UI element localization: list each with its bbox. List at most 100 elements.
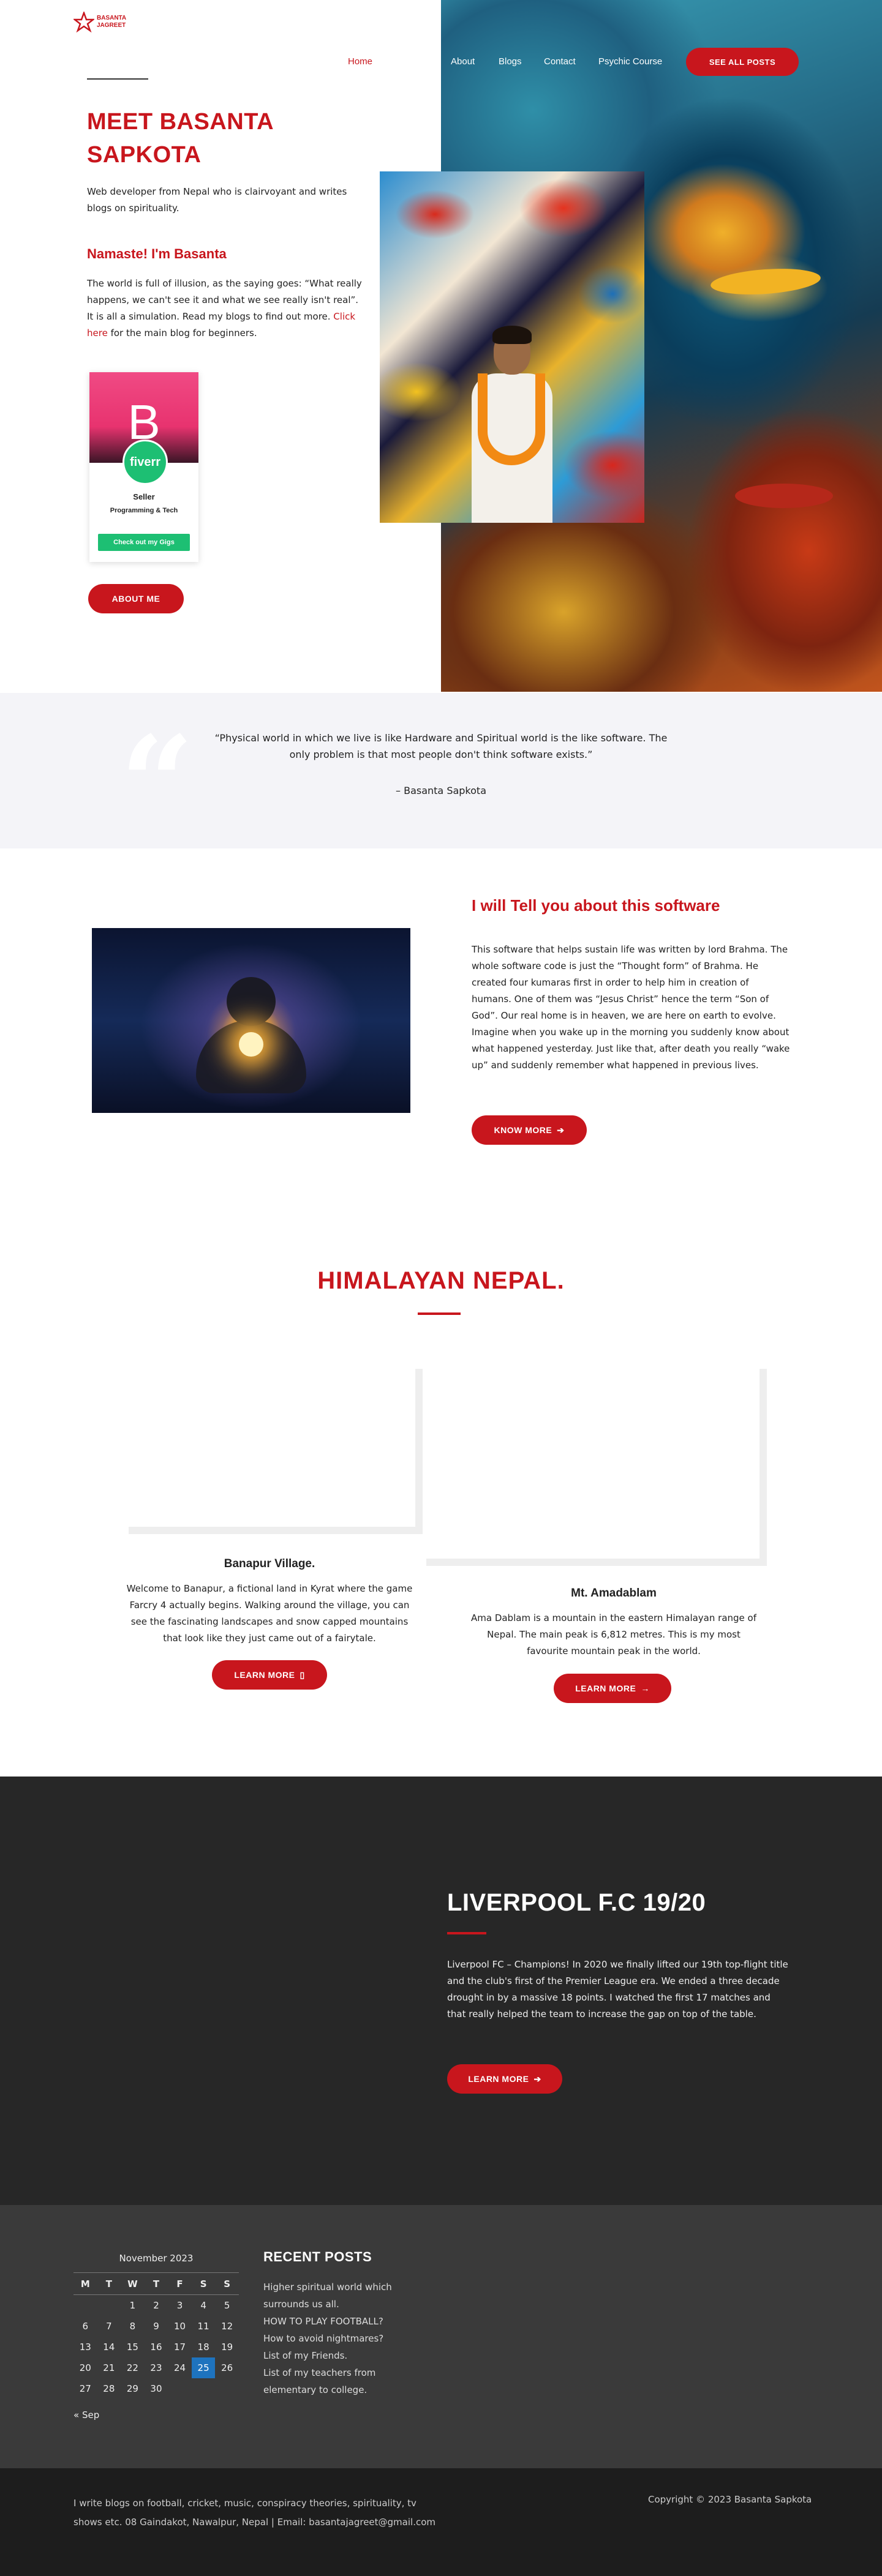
arrow-right-icon: ➔ xyxy=(533,2073,541,2084)
fiverr-category: Programming & Tech xyxy=(110,507,178,514)
calendar-day-header: T xyxy=(97,2272,121,2295)
calendar-day: 17 xyxy=(173,2341,186,2353)
software-text: This software that helps sustain life wa… xyxy=(472,944,790,1071)
card-text: Welcome to Banapur, a fictional land in … xyxy=(126,1583,413,1644)
recent-post-link[interactable]: How to avoid nightmares? xyxy=(263,2330,410,2347)
recent-post-link[interactable]: List of my Friends. xyxy=(263,2347,410,2364)
arrow-right-icon: → xyxy=(641,1683,650,1693)
liverpool-learn-more-button[interactable]: LEARN MORE ➔ xyxy=(447,2064,562,2094)
fiverr-widget: B fiverr Seller Programming & Tech Check… xyxy=(89,372,198,562)
calendar-day: 23 xyxy=(150,2362,162,2373)
calendar-prev-link[interactable]: « Sep xyxy=(74,2409,99,2421)
nav-blogs[interactable]: Blogs xyxy=(499,56,522,67)
liverpool-text: Liverpool FC – Champions! In 2020 we fin… xyxy=(447,1959,788,2020)
nav-home[interactable]: Home xyxy=(348,56,372,67)
calendar-week: 6 7 8 9 10 11 12 xyxy=(74,2316,239,2337)
site-logo[interactable]: BASANTA JAGREET xyxy=(74,10,135,34)
know-more-button[interactable]: KNOW MORE ➔ xyxy=(472,1115,587,1145)
calendar-caption: November 2023 xyxy=(119,2253,194,2264)
hero-title: MEET BASANTA SAPKOTA xyxy=(87,109,273,168)
calendar-day: 10 xyxy=(173,2320,186,2332)
recent-posts-title: RECENT POSTS xyxy=(263,2249,372,2264)
nav-psychic-course[interactable]: Psychic Course xyxy=(598,56,662,67)
hero-description: Web developer from Nepal who is clairvoy… xyxy=(87,186,347,214)
liverpool-divider xyxy=(447,1932,486,1934)
footer-text: I write blogs on football, cricket, musi… xyxy=(74,2498,435,2528)
nav-about[interactable]: About xyxy=(451,56,475,67)
recent-post-link[interactable]: List of my teachers from elementary to c… xyxy=(263,2364,410,2398)
card-title: Mt. Amadablam xyxy=(571,1587,657,1600)
calendar-day: 29 xyxy=(126,2383,138,2394)
calendar-day: 27 xyxy=(79,2383,91,2394)
calendar-day: 15 xyxy=(126,2341,138,2353)
placeholder-icon: ▯ xyxy=(300,1669,305,1680)
calendar-day xyxy=(97,2295,121,2316)
liverpool-title: LIVERPOOL F.C 19/20 xyxy=(447,1889,706,1916)
card-image-frame xyxy=(129,1369,423,1534)
recent-posts-list: Higher spiritual world which surrounds u… xyxy=(263,2278,410,2398)
calendar-day: 11 xyxy=(197,2320,209,2332)
calendar-week: 27 28 29 30 xyxy=(74,2378,239,2399)
nav-contact[interactable]: Contact xyxy=(544,56,576,67)
logo-line2: JAGREET xyxy=(97,22,126,29)
calendar-day xyxy=(168,2378,192,2399)
about-me-button[interactable]: ABOUT ME xyxy=(88,584,184,613)
author-portrait xyxy=(380,171,644,523)
calendar-day: 14 xyxy=(103,2341,115,2353)
recent-post-link[interactable]: Higher spiritual world which surrounds u… xyxy=(263,2278,410,2313)
calendar-day: 4 xyxy=(200,2299,206,2311)
fiverr-logo-icon: fiverr xyxy=(123,440,168,485)
calendar-day-header: S xyxy=(191,2272,216,2295)
calendar-day: 8 xyxy=(129,2320,136,2332)
calendar-day: 26 xyxy=(221,2362,233,2373)
calendar-day: 20 xyxy=(79,2362,91,2373)
calendar-day: 7 xyxy=(106,2320,112,2332)
star-logo-icon xyxy=(74,12,94,32)
meditation-image xyxy=(92,928,410,1113)
calendar-day-header: T xyxy=(144,2272,168,2295)
see-all-posts-button[interactable]: SEE ALL POSTS xyxy=(686,48,799,76)
quote-text: “Physical world in which we live is like… xyxy=(214,732,668,760)
learn-more-label: LEARN MORE xyxy=(234,1670,295,1680)
calendar-week: 1 2 3 4 5 xyxy=(74,2295,239,2316)
calendar-day: 12 xyxy=(221,2320,233,2332)
hero-subtitle: Namaste! I'm Basanta xyxy=(87,246,227,261)
hero-para-text-end: for the main blog for beginners. xyxy=(107,328,257,339)
card-text: Ama Dablam is a mountain in the eastern … xyxy=(470,1612,756,1657)
calendar-day-header: F xyxy=(168,2272,192,2295)
arrow-right-icon: ➔ xyxy=(557,1125,565,1135)
recent-post-link[interactable]: HOW TO PLAY FOOTBALL? xyxy=(263,2313,410,2330)
hero-paragraph: The world is full of illusion, as the sa… xyxy=(87,275,363,342)
calendar-day: 9 xyxy=(153,2320,159,2332)
fiverr-level: Seller xyxy=(133,492,155,501)
footer-copyright: Copyright © 2023 Basanta Sapkota xyxy=(648,2494,812,2505)
calendar-day-header: S xyxy=(215,2272,239,2295)
hero-divider xyxy=(87,78,148,80)
calendar-day: 3 xyxy=(176,2299,183,2311)
calendar-day: 5 xyxy=(224,2299,230,2311)
calendar-day: 24 xyxy=(173,2362,186,2373)
fiverr-gigs-button[interactable]: Check out my Gigs xyxy=(98,534,190,551)
calendar-day xyxy=(215,2378,239,2399)
calendar-day: 1 xyxy=(129,2299,136,2311)
software-title: I will Tell you about this software xyxy=(472,896,720,915)
logo-line1: BASANTA xyxy=(97,15,127,21)
quote-author: – Basanta Sapkota xyxy=(396,785,486,796)
calendar-day: 18 xyxy=(197,2341,209,2353)
card-title: Banapur Village. xyxy=(224,1557,315,1570)
calendar-day xyxy=(192,2378,216,2399)
calendar-week: 13 14 15 16 17 18 19 xyxy=(74,2337,239,2357)
quote-mark-icon: “ xyxy=(120,708,194,859)
calendar-day xyxy=(74,2295,97,2316)
calendar-day: 6 xyxy=(82,2320,89,2332)
calendar-day: 22 xyxy=(126,2362,138,2373)
learn-more-button[interactable]: LEARN MORE ▯ xyxy=(212,1660,327,1690)
himalayan-title: HIMALAYAN NEPAL. xyxy=(317,1267,565,1294)
learn-more-button[interactable]: LEARN MORE → xyxy=(554,1674,671,1703)
calendar-day-header: W xyxy=(121,2272,145,2295)
card-image-frame xyxy=(426,1369,767,1566)
calendar-day: 16 xyxy=(150,2341,162,2353)
learn-more-label: LEARN MORE xyxy=(468,2074,529,2084)
calendar: MTWTFSS 1 2 3 4 5 6 7 8 9 10 11 12 13 14 15 16 17 18 19 20 2… xyxy=(74,2272,239,2399)
learn-more-label: LEARN MORE xyxy=(575,1683,636,1693)
